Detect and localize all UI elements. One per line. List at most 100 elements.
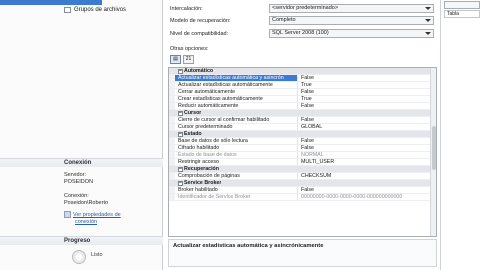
- chevron-down-icon: [425, 19, 431, 22]
- properties-icon: [64, 211, 71, 218]
- grid-property-row[interactable]: Base de datos de sólo lectura False: [169, 138, 436, 145]
- grid-category-label: Cursor: [184, 110, 202, 116]
- grid-category-label: Automático: [184, 68, 214, 74]
- collation-value: <servidor predeterminado>: [272, 5, 339, 11]
- grid-category-label: Recuperación: [184, 166, 220, 172]
- property-value[interactable]: True: [298, 82, 436, 88]
- property-grid-scrollbar[interactable]: [430, 68, 436, 236]
- property-value[interactable]: MULTI_USER: [298, 159, 436, 165]
- progress-status: Listo: [91, 252, 103, 258]
- property-name: Cifrado habilitado: [175, 145, 298, 151]
- compatibility-level-select[interactable]: SQL Server 2008 (100): [269, 29, 434, 38]
- grid-property-row[interactable]: Broker habilitado False: [169, 187, 436, 194]
- collapse-icon[interactable]: −: [178, 167, 183, 172]
- property-name: Cerrar automáticamente: [175, 89, 298, 95]
- grid-category-title: − Cursor: [175, 110, 201, 116]
- grid-category-label: Service Broker: [184, 180, 222, 186]
- page-list: Grupos de archivos: [0, 0, 163, 158]
- grid-property-row[interactable]: Reducir automáticamente False: [169, 103, 436, 110]
- property-name: Actualizar estadísticas automática y asi…: [175, 75, 298, 81]
- page-item-label: Grupos de archivos: [74, 6, 127, 13]
- page-item-filegroups[interactable]: Grupos de archivos: [0, 5, 163, 14]
- grid-category-title: − Service Broker: [175, 180, 221, 186]
- collation-label: Intercalación:: [170, 5, 203, 12]
- property-value[interactable]: False: [298, 138, 436, 144]
- collapse-icon[interactable]: −: [178, 132, 183, 137]
- property-name: Crear estadísticas automáticamente: [175, 96, 298, 102]
- compat-row: Nivel de compatibilidad:: [170, 29, 270, 38]
- collapse-icon[interactable]: −: [178, 69, 183, 74]
- property-name: Restringir acceso: [175, 159, 298, 165]
- grid-category[interactable]: − Service Broker: [169, 180, 436, 187]
- left-pane: Grupos de archivos Conexión Servidor: PO…: [0, 0, 163, 270]
- property-value[interactable]: 00000000-0000-0000-0000-000000000000: [298, 194, 436, 200]
- grid-property-row[interactable]: Actualizar estadísticas automáticamente T…: [169, 82, 436, 89]
- collation-select[interactable]: <servidor predeterminado>: [269, 4, 434, 13]
- grid-property-row[interactable]: Estado de base de datos NORMAL: [169, 152, 436, 159]
- property-grid: − Automático Actualizar estadísticas autom…: [168, 67, 437, 237]
- grid-property-row[interactable]: Identificador de Service Broker 00000000-…: [169, 194, 436, 201]
- view-connection-properties-link-line2[interactable]: conexión: [75, 219, 97, 225]
- chevron-down-icon: [425, 7, 431, 10]
- property-value[interactable]: False: [298, 103, 436, 109]
- page-icon: [64, 6, 71, 13]
- strip-button[interactable]: [444, 1, 480, 9]
- strip-table-field[interactable]: Tabla: [444, 10, 480, 18]
- sort-az-icon: 21: [185, 56, 192, 62]
- property-name: Comprobación de páginas: [175, 173, 298, 179]
- property-value[interactable]: NORMAL: [298, 152, 436, 158]
- grid-property-row[interactable]: Cifrado habilitado False: [169, 145, 436, 152]
- compat-label: Nivel de compatibilidad:: [170, 30, 229, 37]
- grid-category[interactable]: − Automático: [169, 68, 436, 75]
- categorized-view-button[interactable]: ▤: [170, 55, 181, 64]
- property-value[interactable]: False: [298, 145, 436, 151]
- grid-property-row[interactable]: Crear estadísticas automáticamente True: [169, 96, 436, 103]
- property-value[interactable]: False: [298, 187, 436, 193]
- server-value: POSEIDON: [64, 179, 94, 185]
- grid-category-label: Estado: [184, 131, 202, 137]
- property-description: Actualizar estadísticas automática y asi…: [168, 239, 437, 267]
- collapse-icon[interactable]: −: [178, 111, 183, 116]
- recovery-row: Modelo de recuperación:: [170, 16, 270, 25]
- property-value[interactable]: CHECKSUM: [298, 173, 436, 179]
- recovery-label: Modelo de recuperación:: [170, 17, 231, 24]
- grid-category-title: − Recuperación: [175, 166, 219, 172]
- property-value[interactable]: GLOBAL: [298, 124, 436, 130]
- property-value[interactable]: True: [298, 96, 436, 102]
- property-value[interactable]: False: [298, 89, 436, 95]
- server-label: Servidor:: [64, 172, 87, 178]
- progress-heading: Progreso: [0, 236, 163, 245]
- other-options-label: Otras opciones:: [170, 46, 209, 52]
- property-value[interactable]: False: [298, 117, 436, 123]
- scrollbar-thumb[interactable]: [432, 126, 436, 170]
- compat-value: SQL Server 2008 (100): [272, 30, 329, 36]
- right-strip: Tabla: [440, 0, 480, 270]
- property-name: Estado de base de datos: [175, 152, 298, 158]
- recovery-model-select[interactable]: Completo: [269, 16, 434, 25]
- property-value[interactable]: False: [298, 75, 436, 81]
- grid-category[interactable]: − Recuperación: [169, 166, 436, 173]
- connection-info: Servidor: POSEIDON Conexión: Poseidon\Ro…: [64, 172, 121, 226]
- grid-property-row[interactable]: Actualizar estadísticas automática y asi…: [169, 75, 436, 82]
- progress-spinner-icon: [72, 250, 86, 264]
- alphabetical-sort-button[interactable]: 21: [183, 55, 194, 64]
- grid-property-row[interactable]: Cursor predeterminado GLOBAL: [169, 124, 436, 131]
- view-connection-properties-link[interactable]: Ver propiedades de: [64, 211, 121, 219]
- grid-category[interactable]: − Cursor: [169, 110, 436, 117]
- property-name: Cursor predeterminado: [175, 124, 298, 130]
- property-name: Base de datos de sólo lectura: [175, 138, 298, 144]
- property-name: Reducir automáticamente: [175, 103, 298, 109]
- property-grid-toolbar: ▤ 21: [170, 55, 194, 64]
- collapse-icon[interactable]: −: [178, 181, 183, 186]
- grid-property-row[interactable]: Cierre de cursor al confirmar habilitado…: [169, 117, 436, 124]
- options-pane: Intercalación: <servidor predeterminado>…: [163, 0, 440, 270]
- grid-property-row[interactable]: Comprobación de páginas CHECKSUM: [169, 173, 436, 180]
- connection-label: Conexión:: [64, 193, 89, 199]
- chevron-down-icon: [425, 32, 431, 35]
- property-name: Broker habilitado: [175, 187, 298, 193]
- property-name: Cierre de cursor al confirmar habilitado: [175, 117, 298, 123]
- connection-heading: Conexión: [0, 158, 163, 167]
- grid-property-row[interactable]: Restringir acceso MULTI_USER: [169, 159, 436, 166]
- grid-property-row[interactable]: Cerrar automáticamente False: [169, 89, 436, 96]
- grid-category[interactable]: − Estado: [169, 131, 436, 138]
